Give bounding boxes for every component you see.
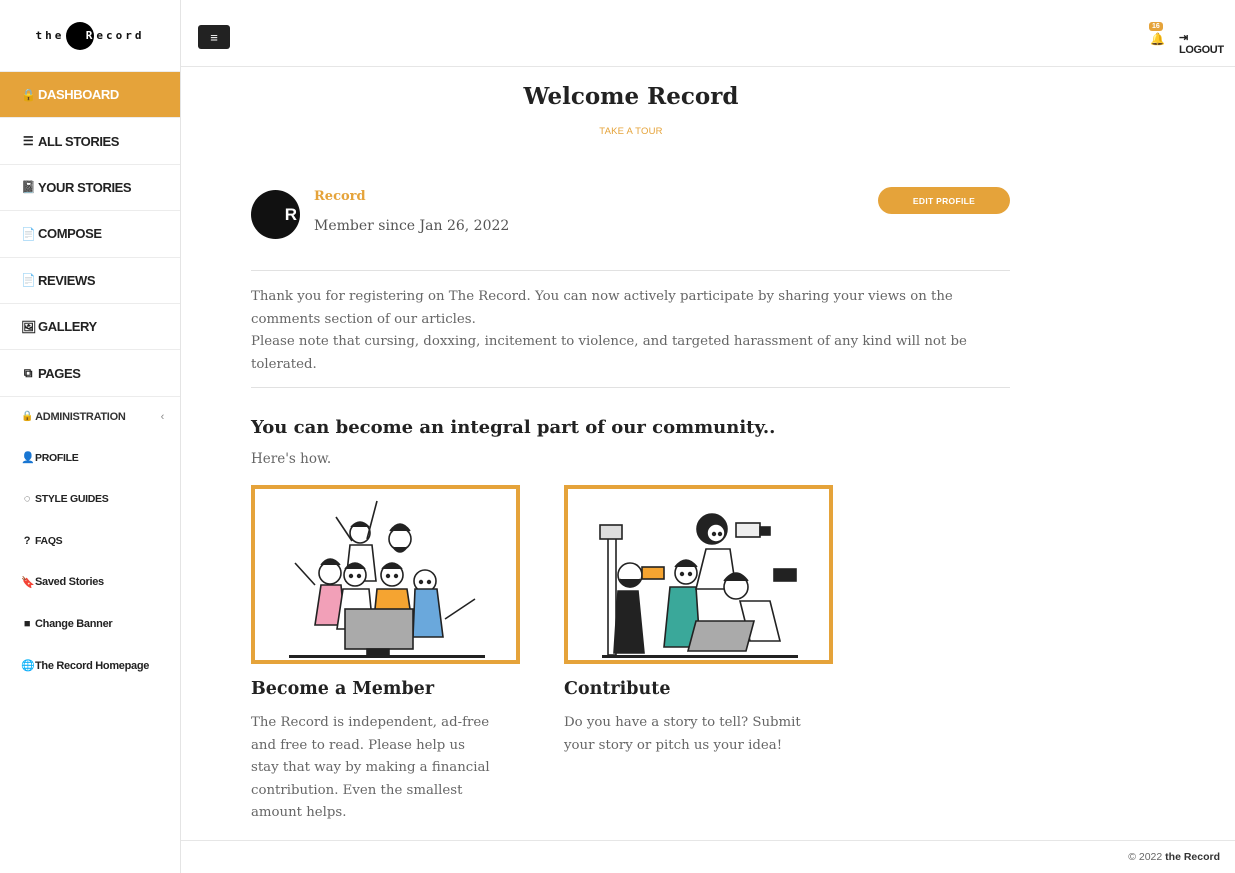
avatar: R [251,190,300,239]
footer: © 2022 the Record [181,840,1235,873]
notifications-button[interactable]: 16 🔔 [1146,22,1168,46]
become-member-text: The Record is independent, ad-free and f… [251,715,490,820]
heres-how-text: Here's how. [251,451,332,467]
sidebar-item-homepage[interactable]: 🌐 The Record Homepage [0,645,180,687]
sidebar-item-label: REVIEWS [38,272,96,288]
copyright-year: © 2022 [1128,851,1163,863]
hamburger-icon: ≡ [210,29,218,45]
sidebar-section-label: ADMINISTRATION [35,410,126,423]
sidebar-item-label: GALLERY [38,319,97,335]
notice-line-1: Thank you for registering on The Record.… [251,289,953,327]
user-icon: 👤 [21,452,35,465]
take-tour-link[interactable]: TAKE A TOUR [181,126,1081,137]
footer-brand: the Record [1165,851,1220,863]
sidebar-section-administration[interactable]: 🔒 ADMINISTRATION ‹ [0,397,180,437]
sidebar-item-label: YOUR STORIES [38,179,132,195]
list-icon: ☰ [22,134,34,149]
brand-logo[interactable]: the R ecord [0,0,180,72]
comment-icon: ◌ [23,493,31,506]
notice-line-2: Please note that cursing, doxxing, incit… [251,334,967,372]
copy-icon: ⧉ [23,365,33,380]
globe-icon: 🌐 [21,660,35,672]
lock-icon: 🔒 [21,411,34,423]
lock-icon: 🔒 [21,87,36,102]
book-icon: 📓 [21,180,36,195]
question-icon: ? [23,534,31,547]
divider [251,270,1010,271]
logo-dot: R [66,21,95,50]
sidebar-item-label: COMPOSE [38,226,102,242]
contribute-image[interactable] [564,485,833,664]
sidebar-item-label: ALL STORIES [38,133,120,149]
sidebar-item-faqs[interactable]: ? FAQS [0,520,180,562]
sidebar-item-reviews[interactable]: 📄 REVIEWS [0,258,180,304]
registration-notice: Thank you for registering on The Record.… [251,286,1011,376]
sidebar-item-style-guides[interactable]: ◌ STYLE GUIDES [0,478,180,520]
menu-toggle-button[interactable]: ≡ [198,25,230,49]
topbar: ≡ 16 🔔 ⇥ LOGOUT [181,0,1235,67]
edit-profile-button[interactable]: EDIT PROFILE [878,187,1010,214]
community-heading: You can become an integral part of our c… [251,417,776,438]
logout-label: LOGOUT [1179,44,1224,56]
become-member-title[interactable]: Become a Member [251,679,434,699]
bookmark-icon: 🔖 [21,576,35,589]
sidebar-item-label: PROFILE [35,451,79,464]
contributors-illustration [599,513,798,658]
become-member-image[interactable] [251,485,520,664]
sidebar-item-your-stories[interactable]: 📓 YOUR STORIES [0,165,180,212]
file-icon: 📄 [21,226,36,241]
sidebar-item-saved-stories[interactable]: 🔖 Saved Stories [0,562,180,604]
member-since-text: Member since Jan 26, 2022 [314,218,510,234]
sidebar-item-dashboard[interactable]: 🔒 DASHBOARD [0,72,180,119]
sidebar-item-label: DASHBOARD [38,87,119,103]
sidebar-item-label: The Record Homepage [35,659,150,672]
sidebar-item-label: PAGES [38,365,81,381]
sidebar-item-gallery[interactable]: 🖼 GALLERY [0,304,180,351]
contribute-text: Do you have a story to tell? Submit your… [564,715,801,753]
profile-name[interactable]: Record [314,189,366,204]
square-icon: ■ [23,617,31,630]
main-content: Welcome Record TAKE A TOUR R Record Memb… [181,67,1235,840]
notification-count-badge: 16 [1149,22,1163,31]
logo-text-right: ecord [96,29,145,42]
sidebar-item-profile[interactable]: 👤 PROFILE [0,437,180,479]
logo-text-left: the [35,29,65,42]
sidebar-item-compose[interactable]: 📄 COMPOSE [0,211,180,258]
sidebar-item-pages[interactable]: ⧉ PAGES [0,350,180,397]
group-illustration [289,500,485,658]
sidebar-item-change-banner[interactable]: ■ Change Banner [0,603,180,645]
copyright-text: © 2022 the Record [1128,851,1220,863]
sidebar-item-label: Saved Stories [35,576,104,589]
page-title: Welcome Record [523,83,739,110]
sidebar-item-all-stories[interactable]: ☰ ALL STORIES [0,118,180,165]
sidebar-item-label: Change Banner [35,617,113,630]
logout-button[interactable]: ⇥ LOGOUT [1179,31,1235,56]
bell-icon: 🔔 [1150,32,1165,46]
image-icon: 🖼 [21,319,36,334]
chevron-left-icon: ‹ [160,410,165,423]
contribute-title[interactable]: Contribute [564,679,670,699]
file-icon: 📄 [21,273,36,288]
sidebar-item-label: STYLE GUIDES [35,493,109,506]
sidebar-item-label: FAQS [35,534,63,547]
sidebar: the R ecord 🔒 DASHBOARD ☰ ALL STORIES 📓 … [0,0,181,873]
sign-out-icon: ⇥ [1179,32,1188,44]
divider [251,387,1010,388]
